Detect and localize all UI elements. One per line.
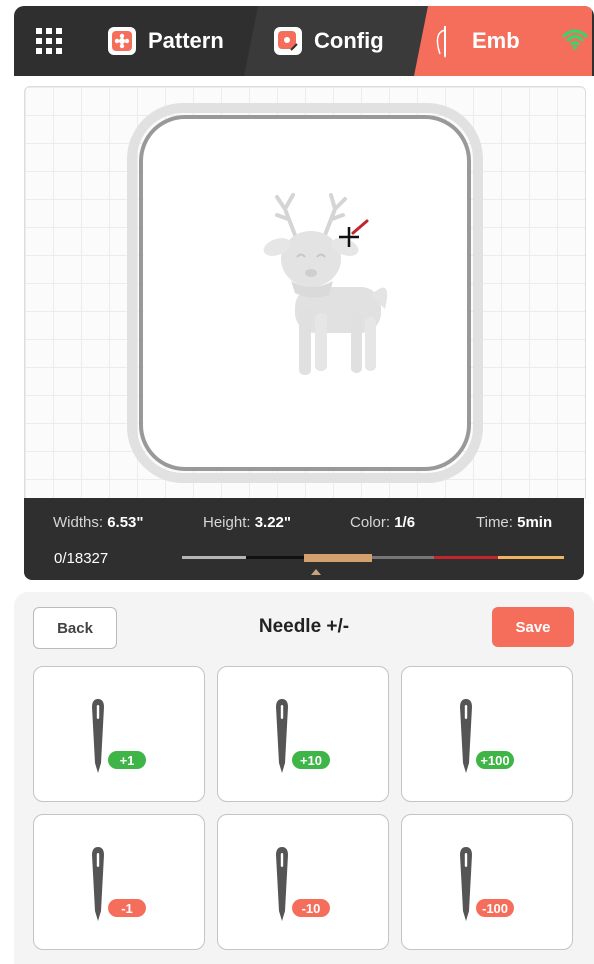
thread-segment[interactable] xyxy=(434,556,498,559)
current-thread-marker xyxy=(311,569,321,575)
time-value: 5min xyxy=(517,514,553,531)
time-label: Time: xyxy=(476,514,513,531)
stitch-counter: 0/18327 xyxy=(54,550,109,567)
needle-step-badge: -1 xyxy=(108,899,146,917)
color-stat: Color: 1/6 xyxy=(350,514,415,531)
grid-menu-icon[interactable] xyxy=(36,28,62,54)
width-label: Widths: xyxy=(53,514,104,531)
height-label: Height: xyxy=(203,514,251,531)
needle-step-badge: +100 xyxy=(476,751,514,769)
thread-color-progress[interactable] xyxy=(182,554,564,562)
embroidery-canvas[interactable] xyxy=(24,86,586,499)
thread-segment[interactable] xyxy=(246,556,304,559)
tab-config-label: Config xyxy=(314,28,384,53)
top-nav-bar: Pattern Config Emb xyxy=(14,6,594,76)
needle-plus-100-button[interactable]: +100 xyxy=(401,666,573,802)
width-stat: Widths: 6.53" xyxy=(53,514,144,531)
color-value: 1/6 xyxy=(394,514,416,531)
thread-segment[interactable] xyxy=(304,554,372,562)
needle-icon xyxy=(276,699,288,773)
edit-flower-icon xyxy=(274,27,302,55)
needle-plus-10-button[interactable]: +10 xyxy=(217,666,389,802)
embroidery-hoop xyxy=(127,103,483,483)
hoop-stitch-area xyxy=(139,115,471,471)
save-button[interactable]: Save xyxy=(492,607,574,647)
needle-icon xyxy=(460,847,472,921)
needle-icon xyxy=(92,847,104,921)
needle-step-badge: -10 xyxy=(292,899,330,917)
needle-thread-icon xyxy=(434,24,456,58)
needle-minus-10-button[interactable]: -10 xyxy=(217,814,389,950)
design-info-bar: Widths: 6.53" Height: 3.22" Color: 1/6 T… xyxy=(24,498,584,580)
thread-segment[interactable] xyxy=(498,556,564,559)
deer-design-preview xyxy=(263,193,388,375)
control-panel: Back Needle +/- Save +1 +10 +100 -1 -10 -100 xyxy=(14,592,594,964)
needle-icon xyxy=(460,699,472,773)
needle-step-badge: -100 xyxy=(476,899,514,917)
needle-plus-1-button[interactable]: +1 xyxy=(33,666,205,802)
wifi-icon xyxy=(562,28,588,55)
flower-card-icon xyxy=(108,27,136,55)
needle-minus-100-button[interactable]: -100 xyxy=(401,814,573,950)
color-label: Color: xyxy=(350,514,391,531)
needle-step-badge: +1 xyxy=(108,751,146,769)
width-value: 6.53" xyxy=(107,514,144,531)
needle-position-crosshair-icon xyxy=(339,219,369,247)
needle-icon xyxy=(92,699,104,773)
needle-step-badge: +10 xyxy=(292,751,330,769)
height-value: 3.22" xyxy=(254,514,292,531)
tab-pattern-label: Pattern xyxy=(148,28,224,53)
needle-icon xyxy=(276,847,288,921)
height-stat: Height: 3.22" xyxy=(203,514,291,531)
tab-emb-label: Emb xyxy=(472,28,520,53)
needle-minus-1-button[interactable]: -1 xyxy=(33,814,205,950)
time-stat: Time: 5min xyxy=(476,514,552,531)
thread-segment[interactable] xyxy=(182,556,246,559)
thread-segment[interactable] xyxy=(372,556,434,559)
